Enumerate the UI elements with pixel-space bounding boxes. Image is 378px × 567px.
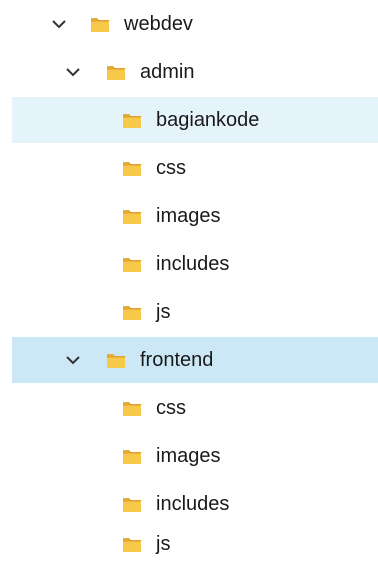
chevron-down-icon[interactable]	[64, 63, 82, 81]
tree-item-label: includes	[156, 253, 230, 275]
tree-item-label: js	[156, 533, 171, 555]
folder-icon	[120, 204, 144, 228]
folder-icon	[104, 348, 128, 372]
tree-item-admin-includes[interactable]: includes	[12, 241, 378, 287]
folder-icon	[120, 156, 144, 180]
folder-icon	[120, 532, 144, 556]
folder-icon	[104, 60, 128, 84]
tree-item-admin-js[interactable]: js	[12, 289, 378, 335]
folder-tree: webdev admin bagiankode css images inclu…	[0, 0, 378, 567]
folder-icon	[120, 252, 144, 276]
tree-item-admin-images[interactable]: images	[12, 193, 378, 239]
tree-item-frontend-images[interactable]: images	[12, 433, 378, 479]
chevron-down-icon[interactable]	[50, 15, 68, 33]
tree-item-label: admin	[140, 61, 195, 83]
tree-item-bagiankode[interactable]: bagiankode	[12, 97, 378, 143]
tree-item-label: frontend	[140, 349, 214, 371]
tree-item-label: css	[156, 397, 186, 419]
folder-icon	[120, 444, 144, 468]
tree-item-label: webdev	[124, 13, 193, 35]
chevron-down-icon[interactable]	[64, 351, 82, 369]
tree-item-label: images	[156, 205, 221, 227]
tree-item-webdev[interactable]: webdev	[12, 1, 378, 47]
tree-item-label: images	[156, 445, 221, 467]
folder-icon	[120, 300, 144, 324]
tree-item-frontend-js[interactable]: js	[12, 521, 378, 567]
folder-icon	[88, 12, 112, 36]
tree-item-label: js	[156, 301, 171, 323]
tree-item-frontend[interactable]: frontend	[12, 337, 378, 383]
tree-item-label: css	[156, 157, 186, 179]
tree-item-label: bagiankode	[156, 109, 260, 131]
tree-item-frontend-css[interactable]: css	[12, 385, 378, 431]
folder-icon	[120, 396, 144, 420]
tree-item-admin[interactable]: admin	[12, 49, 378, 95]
folder-icon	[120, 108, 144, 132]
folder-icon	[120, 492, 144, 516]
tree-item-admin-css[interactable]: css	[12, 145, 378, 191]
